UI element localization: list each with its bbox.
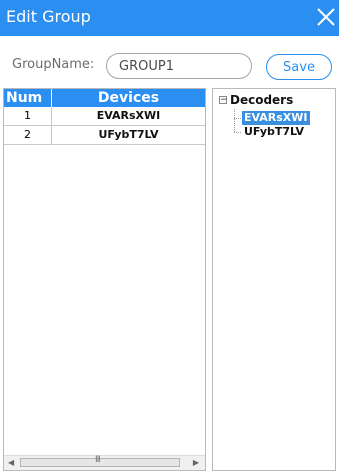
close-icon[interactable] xyxy=(315,6,337,28)
tree-item-selected[interactable]: EVARsXWI xyxy=(242,111,310,125)
decoders-tree: − Decoders EVARsXWI UFybT7LV xyxy=(212,88,336,471)
title-bar: Edit Group xyxy=(0,0,339,36)
save-button[interactable]: Save xyxy=(266,54,332,80)
scrollbar-grip-icon: III xyxy=(95,455,101,465)
column-header-devices[interactable]: Devices xyxy=(52,89,205,107)
row-device-cell: UFybT7LV xyxy=(98,128,159,141)
tree-connector xyxy=(234,118,241,119)
tree-connector xyxy=(234,132,241,133)
scrollbar-thumb[interactable]: III xyxy=(20,455,180,467)
group-name-label: GroupName: xyxy=(12,57,95,72)
row-device-cell: EVARsXWI xyxy=(96,109,161,122)
tree-root[interactable]: − Decoders xyxy=(219,93,293,107)
row-num-cell: 1 xyxy=(4,107,52,125)
devices-grid: Num Devices 1 EVARsXWI 2 UFybT7LV ◀ III … xyxy=(3,88,206,471)
table-row[interactable]: 2 UFybT7LV xyxy=(4,126,205,145)
tree-connector xyxy=(234,109,236,132)
horizontal-scrollbar[interactable]: ◀ III ▶ xyxy=(4,455,205,470)
collapse-icon[interactable]: − xyxy=(219,96,228,105)
tree-item[interactable]: UFybT7LV xyxy=(242,125,306,139)
row-num-cell: 2 xyxy=(4,126,52,144)
table-row[interactable]: 1 EVARsXWI xyxy=(4,107,205,126)
scroll-right-arrow-icon[interactable]: ▶ xyxy=(193,458,199,467)
scroll-left-arrow-icon[interactable]: ◀ xyxy=(8,458,14,467)
group-name-input[interactable] xyxy=(106,53,252,79)
tree-root-label: Decoders xyxy=(230,93,294,107)
grid-header: Num Devices xyxy=(4,89,205,107)
column-header-num[interactable]: Num xyxy=(4,89,52,107)
window-title: Edit Group xyxy=(6,7,91,26)
